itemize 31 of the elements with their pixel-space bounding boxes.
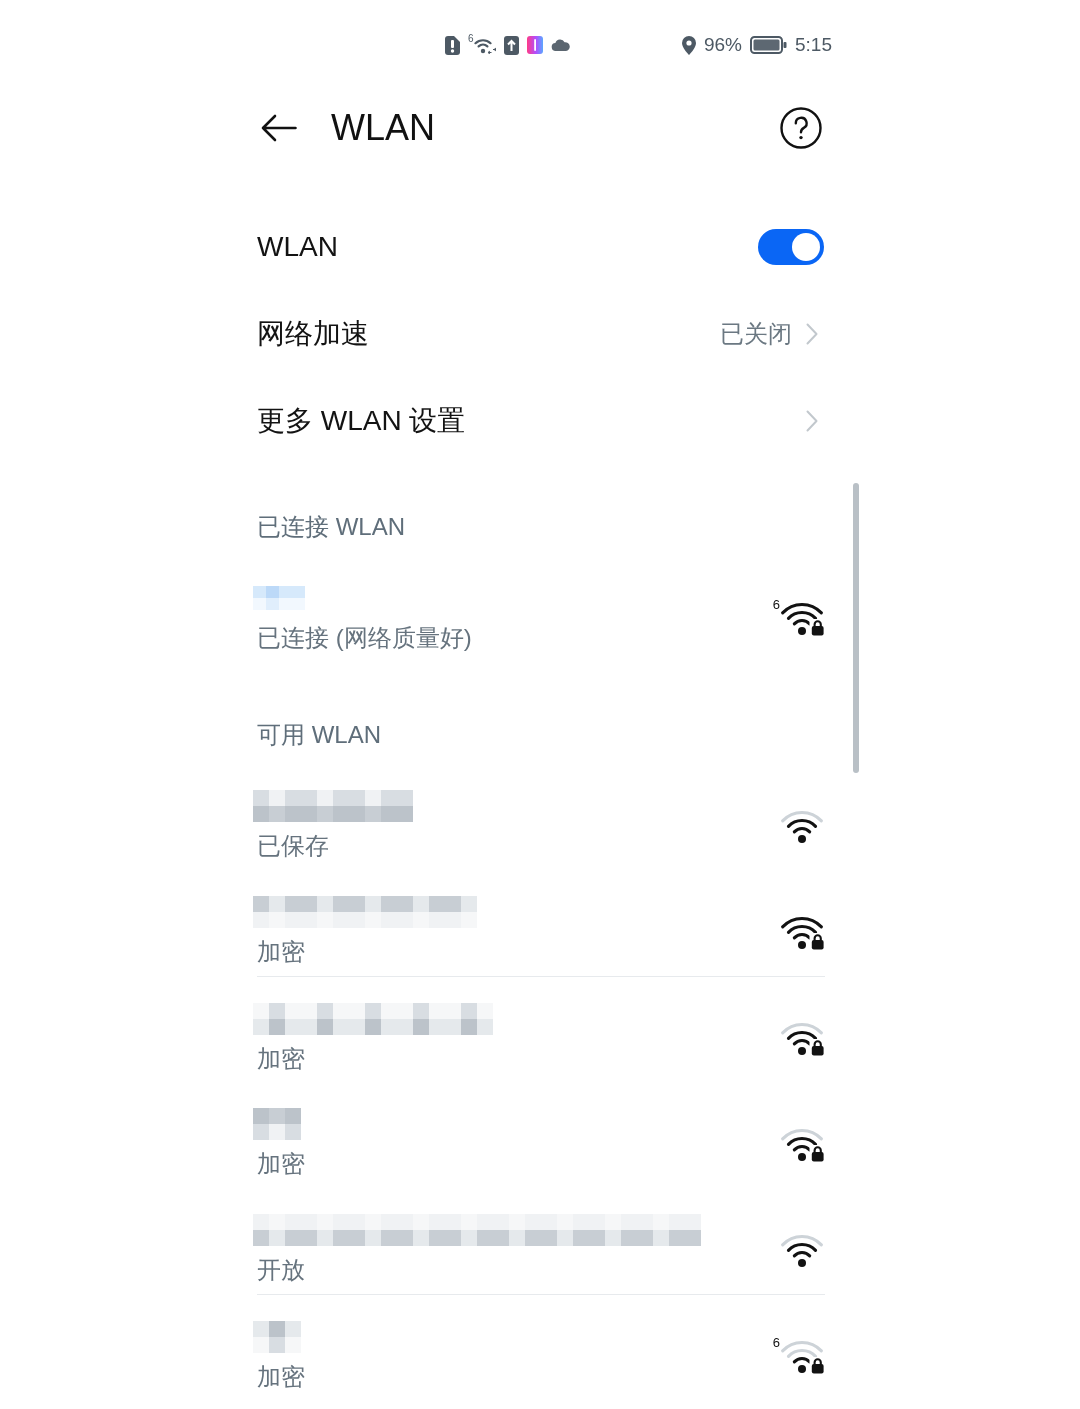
wifi-standard-label: 6 (772, 597, 780, 611)
section-title: 可用 WLAN (257, 720, 381, 750)
back-icon[interactable] (260, 113, 297, 143)
chevron-icon (806, 409, 818, 432)
alert-icon (445, 35, 460, 55)
battery-icon (750, 36, 787, 54)
page-title: WLAN (331, 106, 436, 150)
toggle-switch[interactable] (758, 228, 824, 265)
network-status: 加密 (257, 1149, 306, 1179)
wifi-standard-label: 6 (772, 1336, 780, 1349)
network-status: 开放 (257, 1255, 306, 1285)
battery-percentage: 96% (704, 33, 742, 57)
setting-label[interactable]: 网络加速 (257, 315, 720, 352)
cloud-icon (550, 39, 570, 51)
location-pin-icon (682, 35, 696, 55)
network-status: 加密 (257, 1361, 306, 1392)
network-status: 已保存 (257, 831, 330, 861)
network-status: 加密 (257, 1043, 306, 1074)
app-icon (526, 36, 543, 54)
wifi-icon (473, 36, 496, 54)
wifi-standard-label: 6 (468, 33, 474, 44)
chevron-icon (806, 322, 818, 345)
setting-value: 已关闭 (720, 318, 792, 349)
help-icon[interactable] (780, 107, 822, 149)
network-status: 加密 (257, 937, 306, 967)
setting-label[interactable]: 更多 WLAN 设置 (257, 402, 806, 439)
upload-icon (503, 35, 519, 55)
network-status: 已连接 (网络质量好) (257, 623, 473, 653)
setting-label[interactable]: WLAN (257, 228, 758, 265)
section-title: 已连接 WLAN (257, 512, 405, 542)
clock-time: 5:15 (795, 33, 832, 57)
